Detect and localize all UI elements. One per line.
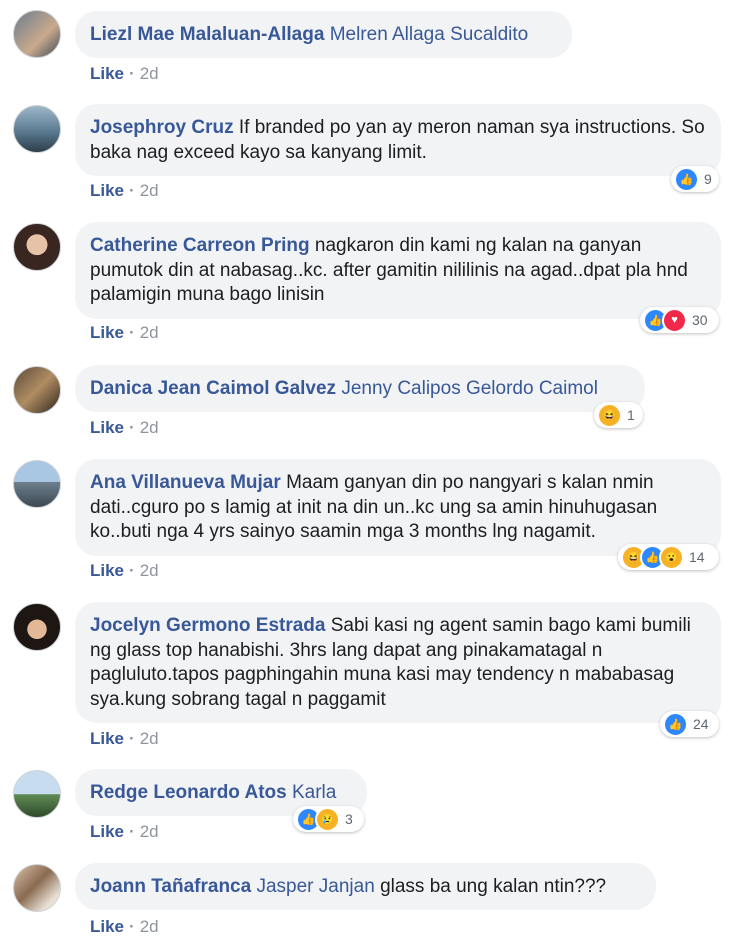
reaction-count: 9: [704, 171, 712, 187]
reaction-summary[interactable]: 😆 1: [594, 402, 643, 428]
timestamp[interactable]: 2d: [140, 729, 159, 748]
comment-text: glass ba ung kalan ntin???: [380, 876, 607, 897]
comment-author[interactable]: Catherine Carreon Pring: [90, 235, 310, 256]
comment-meta: Like · 2d: [90, 181, 159, 201]
comment-bubble: Ana Villanueva Mujar Maam ganyan din po …: [75, 459, 721, 556]
comment-author[interactable]: Jocelyn Germono Estrada: [90, 615, 325, 636]
comment-bubble: Danica Jean Caimol Galvez Jenny Calipos …: [75, 365, 645, 412]
comment-meta: Like · 2d: [90, 729, 159, 749]
reaction-summary[interactable]: 👍 9: [671, 166, 719, 192]
reaction-count: 1: [627, 407, 635, 423]
separator-dot: ·: [129, 64, 135, 83]
comment-author[interactable]: Ana Villanueva Mujar: [90, 472, 281, 493]
like-link[interactable]: Like: [90, 822, 124, 841]
avatar[interactable]: [13, 223, 61, 271]
timestamp[interactable]: 2d: [140, 561, 159, 580]
timestamp[interactable]: 2d: [140, 917, 159, 936]
reaction-count: 14: [689, 549, 705, 565]
comment-bubble: Jocelyn Germono Estrada Sabi kasi ng age…: [75, 602, 721, 723]
like-link[interactable]: Like: [90, 917, 124, 936]
comment-bubble: Liezl Mae Malaluan-Allaga Melren Allaga …: [75, 11, 572, 58]
reaction-count: 24: [693, 716, 709, 732]
separator-dot: ·: [129, 561, 135, 580]
comment-bubble: Josephroy Cruz If branded po yan ay mero…: [75, 104, 721, 176]
comment-bubble: Catherine Carreon Pring nagkaron din kam…: [75, 222, 721, 319]
wow-reaction-icon: 😮: [659, 544, 684, 570]
like-link[interactable]: Like: [90, 64, 124, 83]
like-link[interactable]: Like: [90, 323, 124, 342]
reaction-count: 30: [692, 312, 708, 328]
comment-author[interactable]: Josephroy Cruz: [90, 117, 234, 138]
timestamp[interactable]: 2d: [140, 418, 159, 437]
like-link[interactable]: Like: [90, 418, 124, 437]
separator-dot: ·: [129, 822, 135, 841]
avatar[interactable]: [13, 864, 61, 912]
love-reaction-icon: ♥: [662, 307, 687, 333]
like-link[interactable]: Like: [90, 729, 124, 748]
reaction-summary[interactable]: 👍 ♥ 30: [640, 307, 719, 333]
comment-bubble: Joann Tañafranca Jasper Janjan glass ba …: [75, 863, 656, 910]
avatar[interactable]: [13, 366, 61, 414]
reaction-summary[interactable]: 👍 24: [660, 711, 719, 737]
haha-reaction-icon: 😆: [597, 402, 622, 428]
separator-dot: ·: [129, 418, 135, 437]
tagged-user[interactable]: Karla: [292, 782, 336, 803]
like-link[interactable]: Like: [90, 561, 124, 580]
avatar[interactable]: [13, 10, 61, 58]
comment-meta: Like · 2d: [90, 323, 159, 343]
comment-author[interactable]: Liezl Mae Malaluan-Allaga: [90, 24, 324, 45]
reaction-count: 3: [345, 811, 353, 827]
reaction-summary[interactable]: 😆 👍 😮 14: [618, 544, 719, 570]
separator-dot: ·: [129, 181, 135, 200]
reaction-summary[interactable]: 👍 😢 3: [293, 806, 364, 832]
comment-meta: Like · 2d: [90, 418, 159, 438]
separator-dot: ·: [129, 323, 135, 342]
timestamp[interactable]: 2d: [140, 181, 159, 200]
sad-reaction-icon: 😢: [315, 806, 340, 832]
timestamp[interactable]: 2d: [140, 64, 159, 83]
like-reaction-icon: 👍: [663, 711, 688, 737]
comment-author[interactable]: Danica Jean Caimol Galvez: [90, 378, 336, 399]
comment-meta: Like · 2d: [90, 822, 159, 842]
comment-author[interactable]: Joann Tañafranca: [90, 876, 251, 897]
comment-author[interactable]: Redge Leonardo Atos: [90, 782, 287, 803]
timestamp[interactable]: 2d: [140, 323, 159, 342]
comment-meta: Like · 2d: [90, 64, 159, 84]
like-reaction-icon: 👍: [674, 166, 699, 192]
avatar[interactable]: [13, 770, 61, 818]
tagged-user[interactable]: Jenny Calipos Gelordo Caimol: [341, 378, 598, 399]
comment-meta: Like · 2d: [90, 917, 159, 937]
like-link[interactable]: Like: [90, 181, 124, 200]
separator-dot: ·: [129, 729, 135, 748]
avatar[interactable]: [13, 460, 61, 508]
avatar[interactable]: [13, 105, 61, 153]
timestamp[interactable]: 2d: [140, 822, 159, 841]
separator-dot: ·: [129, 917, 135, 936]
comment-meta: Like · 2d: [90, 561, 159, 581]
tagged-user[interactable]: Melren Allaga Sucaldito: [330, 24, 529, 45]
tagged-user[interactable]: Jasper Janjan: [256, 876, 374, 897]
avatar[interactable]: [13, 603, 61, 651]
